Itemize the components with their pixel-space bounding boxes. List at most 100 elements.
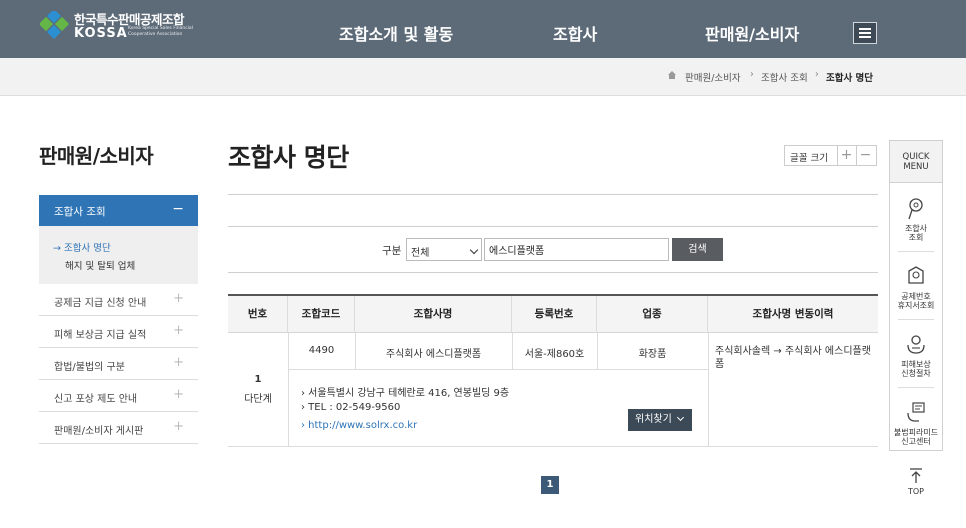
sidebar-title: 판매원/소비자 bbox=[39, 144, 154, 168]
search-category-select[interactable]: 전체 bbox=[406, 238, 482, 261]
quick-item-label: 조회 bbox=[908, 233, 924, 242]
home-icon[interactable] bbox=[667, 70, 677, 80]
table-grid-line bbox=[288, 369, 708, 370]
arrow-up-icon bbox=[910, 468, 922, 483]
find-location-label: 위치찾기 bbox=[635, 414, 672, 425]
table-header-row: 번호 조합코드 조합사명 등록번호 업종 조합사명 변동이력 bbox=[228, 296, 878, 333]
sidebar-item-board[interactable]: 판매원/소비자 게시판 + bbox=[39, 412, 198, 444]
divider bbox=[228, 272, 878, 273]
divider bbox=[228, 194, 878, 195]
col-header-type: 업종 bbox=[597, 296, 708, 333]
select-value: 전체 bbox=[411, 248, 430, 259]
cell-type: 화장품 bbox=[638, 349, 667, 360]
scroll-top-label: TOP bbox=[907, 487, 924, 496]
company-phone: › TEL : 02-549-9560 bbox=[301, 402, 401, 413]
hamburger-icon[interactable] bbox=[853, 22, 877, 44]
company-address: › 서울특별시 강남구 테헤란로 416, 연봉빌딩 9층 bbox=[301, 388, 510, 399]
quick-item-compensation[interactable]: 피해보상 신청절차 bbox=[890, 325, 942, 393]
divider bbox=[898, 319, 934, 320]
scroll-top-button[interactable]: TOP bbox=[901, 466, 931, 498]
search-button[interactable]: 검색 bbox=[672, 238, 723, 261]
divider bbox=[898, 251, 934, 252]
quick-item-certificate[interactable]: 공제번호 휴지서조회 bbox=[890, 257, 942, 325]
cell-history: 주식회사솔렉 → 주식회사 에스디플랫폼 bbox=[715, 346, 871, 370]
col-header-code: 조합코드 bbox=[288, 296, 355, 333]
nav-sellers-consumers[interactable]: 판매원/소비자 bbox=[705, 21, 799, 45]
collapse-icon[interactable]: − bbox=[172, 201, 184, 217]
divider bbox=[228, 226, 878, 227]
sidebar-item-label: 피해 보상금 지급 실적 bbox=[54, 330, 147, 341]
find-location-button[interactable]: 위치찾기 bbox=[628, 409, 692, 431]
quick-item-label: 신청절차 bbox=[901, 369, 931, 378]
chevron-down-icon bbox=[676, 413, 685, 422]
sidebar-submenu: → 조합사 명단 해지 및 탈퇴 업체 bbox=[39, 226, 198, 284]
quick-menu-title-line: QUICK bbox=[902, 152, 930, 162]
expand-icon: + bbox=[173, 387, 184, 402]
table-grid-line bbox=[708, 333, 709, 446]
expand-icon: + bbox=[173, 323, 184, 338]
cell-name: 주식회사 에스디플랫폼 bbox=[385, 349, 482, 360]
col-header-name: 조합사명 bbox=[355, 296, 512, 333]
sidebar-section-label: 조합사 조회 bbox=[54, 206, 106, 218]
hands-icon bbox=[907, 335, 925, 354]
logo-subtitle: Korea Special Sales Financial Cooperativ… bbox=[128, 26, 193, 37]
quick-item-label: 피해보상 bbox=[901, 360, 931, 369]
expand-icon: + bbox=[173, 419, 184, 434]
col-header-reg: 등록번호 bbox=[512, 296, 597, 333]
quick-item-report-center[interactable]: 불법피라미드 신고센터 bbox=[890, 393, 942, 461]
sidebar-section-member-lookup[interactable]: 조합사 조회 − bbox=[39, 195, 198, 226]
quick-item-member-lookup[interactable]: 조합사 조회 bbox=[890, 189, 942, 257]
nav-about[interactable]: 조합소개 및 활동 bbox=[339, 21, 453, 45]
table-bottom-line bbox=[228, 446, 878, 447]
logo-english-name: KOSSA bbox=[74, 26, 128, 41]
sidebar-item-compensation[interactable]: 피해 보상금 지급 실적 + bbox=[39, 316, 198, 348]
sidebar-subitem-withdrawn[interactable]: 해지 및 탈퇴 업체 bbox=[65, 258, 135, 272]
quick-item-label: 신고센터 bbox=[901, 437, 931, 446]
certificate-icon bbox=[908, 266, 924, 284]
sidebar-item-label: 판매원/소비자 게시판 bbox=[54, 426, 144, 437]
kossa-logo-icon bbox=[40, 11, 70, 39]
cell-code: 4490 bbox=[308, 345, 335, 356]
font-size-control: 글꼴 크기 + − bbox=[784, 145, 877, 166]
quick-menu-title-line: MENU bbox=[903, 162, 929, 172]
page-title: 조합사 명단 bbox=[228, 143, 349, 172]
chevron-down-icon bbox=[469, 245, 479, 255]
quick-item-label: 휴지서조회 bbox=[897, 301, 935, 310]
sidebar-item-label: 합법/불법의 구분 bbox=[54, 362, 125, 373]
sidebar-item-reward[interactable]: 신고 포상 제도 안내 + bbox=[39, 380, 198, 412]
nav-members[interactable]: 조합사 bbox=[553, 21, 597, 45]
site-logo[interactable]: 한국특수판매공제조합 KOSSA Korea Special Sales Fin… bbox=[40, 9, 210, 43]
expand-icon: + bbox=[173, 291, 184, 306]
site-header: 한국특수판매공제조합 KOSSA Korea Special Sales Fin… bbox=[0, 0, 966, 58]
divider bbox=[898, 387, 934, 388]
breadcrumb-separator: › bbox=[815, 69, 819, 80]
breadcrumb: 판매원/소비자 › 조합사 조회 › 조합사 명단 bbox=[0, 58, 966, 96]
quick-menu-title: QUICK MENU bbox=[890, 141, 942, 183]
breadcrumb-item[interactable]: 조합사 조회 bbox=[761, 70, 808, 84]
breadcrumb-item[interactable]: 판매원/소비자 bbox=[685, 70, 741, 84]
search-magnifier-icon bbox=[908, 198, 923, 220]
font-decrease-button[interactable]: − bbox=[856, 146, 874, 165]
sidebar-item-claim[interactable]: 공제금 지급 신청 안내 + bbox=[39, 284, 198, 316]
font-size-label: 글꼴 크기 bbox=[790, 153, 828, 164]
sidebar-item-label: 공제금 지급 신청 안내 bbox=[54, 298, 147, 309]
cell-no: 1 bbox=[254, 374, 262, 385]
quick-menu: QUICK MENU 조합사 조회 공제번호 휴지서조회 피해보상 신청절차 불… bbox=[889, 140, 943, 451]
col-header-no: 번호 bbox=[228, 296, 288, 333]
search-input[interactable] bbox=[484, 238, 669, 261]
breadcrumb-separator: › bbox=[750, 69, 754, 80]
search-category-label: 구분 bbox=[382, 245, 402, 257]
pagination-page-1[interactable]: 1 bbox=[541, 476, 559, 494]
megaphone-icon bbox=[907, 402, 925, 422]
quick-item-label: 조합사 bbox=[904, 224, 928, 233]
sidebar-item-legal[interactable]: 합법/불법의 구분 + bbox=[39, 348, 198, 380]
cell-reg: 서울-제860호 bbox=[524, 349, 585, 360]
sidebar-subitem-member-list[interactable]: → 조합사 명단 bbox=[53, 240, 111, 254]
font-increase-button[interactable]: + bbox=[837, 146, 855, 165]
quick-item-label: 공제번호 bbox=[901, 292, 931, 301]
quick-item-label: 불법피라미드 bbox=[893, 428, 939, 437]
col-header-history: 조합사명 변동이력 bbox=[752, 308, 834, 320]
expand-icon: + bbox=[173, 355, 184, 370]
sidebar-item-label: 신고 포상 제도 안내 bbox=[54, 394, 138, 405]
company-website-link[interactable]: › http://www.solrx.co.kr bbox=[301, 420, 417, 431]
